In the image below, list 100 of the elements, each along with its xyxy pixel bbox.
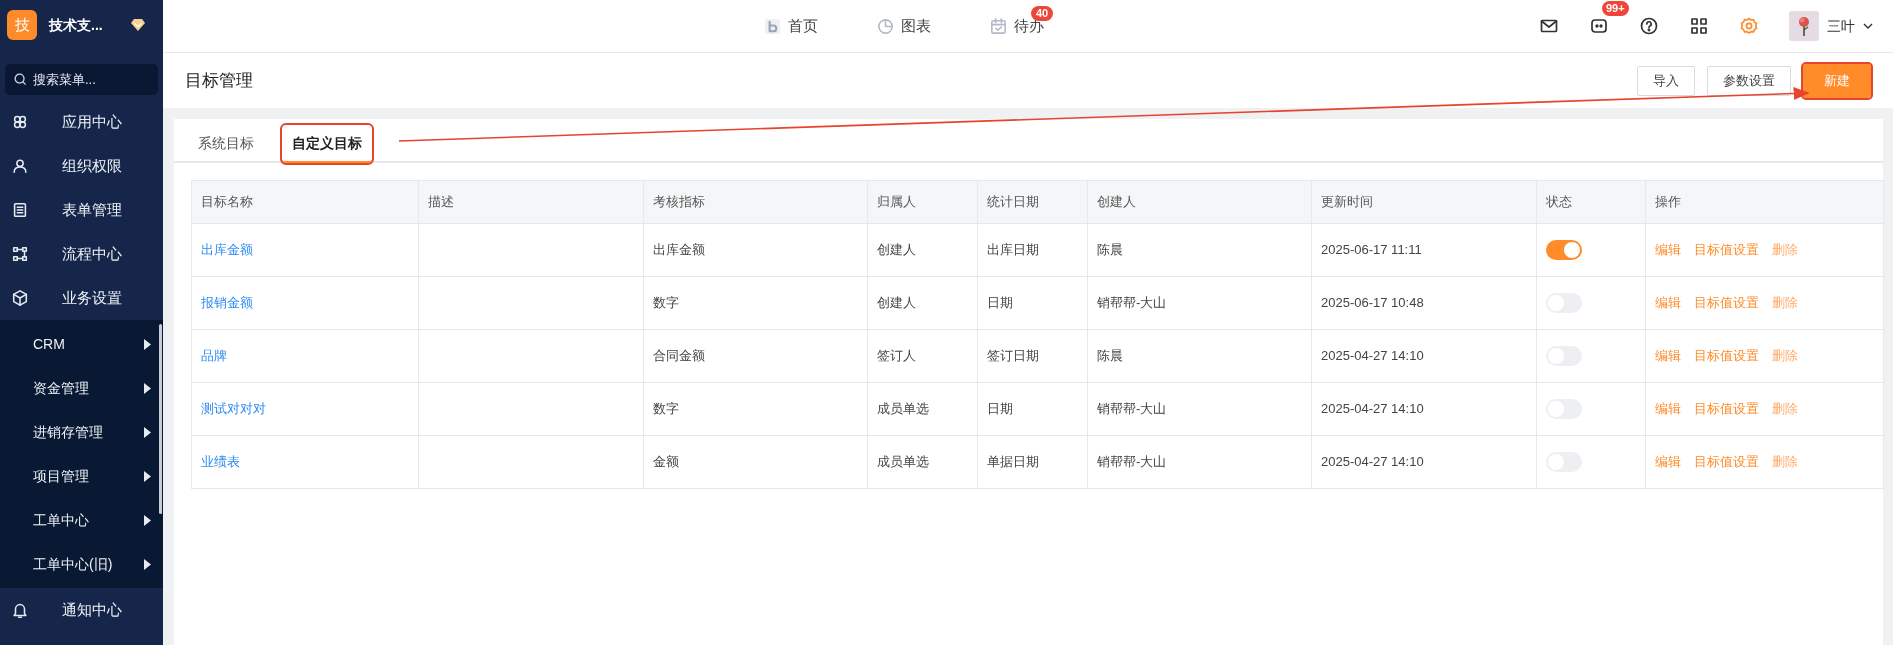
- logo-badge: 技: [7, 10, 37, 40]
- sidebar-item[interactable]: 应用中心: [0, 100, 163, 144]
- new-button[interactable]: 新建: [1803, 63, 1871, 98]
- submenu-item[interactable]: 进销存管理: [0, 410, 157, 454]
- table-cell: 合同金额: [643, 329, 868, 383]
- settings-icon: [1739, 16, 1759, 36]
- column-header: 状态: [1536, 180, 1646, 224]
- action-link[interactable]: 删除: [1772, 348, 1798, 364]
- table-cell: 2025-06-17 10:48: [1311, 276, 1537, 330]
- table-cell: 陈晨: [1087, 329, 1312, 383]
- caret-icon: [144, 338, 151, 350]
- menu-search-field[interactable]: 搜索菜单...: [5, 64, 158, 95]
- scrollbar-thumb[interactable]: [159, 324, 162, 514]
- submenu-item[interactable]: 工单中心: [0, 498, 157, 542]
- goal-link[interactable]: 报销金额: [201, 295, 253, 311]
- table-cell: 数字: [643, 276, 868, 330]
- cube-icon: [11, 289, 29, 307]
- brand-name: 技术支...: [49, 15, 103, 35]
- count-badge: 99+: [1602, 1, 1629, 16]
- table-cell: 出库日期: [977, 223, 1088, 277]
- bell-icon: [11, 601, 29, 619]
- table-cell: 日期: [977, 276, 1088, 330]
- table-cell: 陈晨: [1087, 223, 1312, 277]
- grid-icon: [1689, 16, 1709, 36]
- column-header: 考核指标: [643, 180, 868, 224]
- action-link[interactable]: 编辑: [1655, 401, 1681, 417]
- column-header: 更新时间: [1311, 180, 1537, 224]
- table-cell: 创建人: [867, 276, 978, 330]
- column-header: 目标名称: [191, 180, 419, 224]
- table-cell: 创建人: [867, 223, 978, 277]
- user-icon: [11, 157, 29, 175]
- nav-link[interactable]: 图表: [876, 14, 931, 38]
- toolbar-button[interactable]: [1589, 16, 1609, 36]
- submenu-item[interactable]: 资金管理: [0, 366, 157, 410]
- nav-link[interactable]: 首页: [763, 14, 818, 38]
- calendar-icon: [989, 16, 1008, 36]
- table-cell: 2025-04-27 14:10: [1311, 435, 1537, 489]
- tab[interactable]: 系统目标: [188, 125, 264, 163]
- toolbar-button[interactable]: 导入: [1637, 65, 1695, 96]
- flow-icon: [11, 245, 29, 263]
- count-badge: 40: [1031, 5, 1054, 21]
- action-link[interactable]: 编辑: [1655, 242, 1681, 258]
- action-link[interactable]: 目标值设置: [1694, 401, 1759, 417]
- goal-link[interactable]: 测试对对对: [201, 401, 266, 417]
- column-header: 操作: [1645, 180, 1884, 224]
- table-cell: 销帮帮-大山: [1087, 382, 1312, 436]
- action-link[interactable]: 编辑: [1655, 348, 1681, 364]
- action-link[interactable]: 删除: [1772, 242, 1798, 258]
- tab[interactable]: 自定义目标: [282, 125, 372, 163]
- submenu-item[interactable]: 项目管理: [0, 454, 157, 498]
- action-link[interactable]: 目标值设置: [1694, 295, 1759, 311]
- caret-icon: [144, 382, 151, 394]
- caret-icon: [144, 470, 151, 482]
- action-link[interactable]: 目标值设置: [1694, 242, 1759, 258]
- table-cell: 2025-04-27 14:10: [1311, 382, 1537, 436]
- table-cell: 成员单选: [867, 382, 978, 436]
- diamond-icon: [130, 18, 146, 32]
- sidebar-item[interactable]: 通知中心: [0, 588, 163, 632]
- submenu-item[interactable]: 工单中心(旧): [0, 542, 157, 586]
- table-cell: 签订日期: [977, 329, 1088, 383]
- table-cell: 销帮帮-大山: [1087, 276, 1312, 330]
- action-link[interactable]: 删除: [1772, 454, 1798, 470]
- action-link[interactable]: 编辑: [1655, 454, 1681, 470]
- action-link[interactable]: 目标值设置: [1694, 454, 1759, 470]
- sidebar-item[interactable]: 组织权限: [0, 144, 163, 188]
- apps-icon: [11, 113, 29, 131]
- page-title: 目标管理: [185, 69, 253, 92]
- search-icon: [14, 73, 27, 86]
- caret-icon: [144, 558, 151, 570]
- toolbar-button[interactable]: 参数设置: [1707, 65, 1791, 96]
- caret-icon: [144, 514, 151, 526]
- sidebar-item[interactable]: 表单管理: [0, 188, 163, 232]
- goal-link[interactable]: 品牌: [201, 348, 227, 364]
- action-link[interactable]: 删除: [1772, 401, 1798, 417]
- action-link[interactable]: 删除: [1772, 295, 1798, 311]
- table-cell: 出库金额: [643, 223, 868, 277]
- toolbar-button[interactable]: [1689, 16, 1709, 36]
- goal-link[interactable]: 出库金额: [201, 242, 253, 258]
- action-link[interactable]: 目标值设置: [1694, 348, 1759, 364]
- table-cell: 金额: [643, 435, 868, 489]
- user-menu[interactable]: 三叶: [1789, 11, 1873, 41]
- chat-icon: [1589, 16, 1609, 36]
- action-link[interactable]: 编辑: [1655, 295, 1681, 311]
- table-cell: 签订人: [867, 329, 978, 383]
- toolbar-button[interactable]: [1639, 16, 1659, 36]
- table-cell: 2025-04-27 14:10: [1311, 329, 1537, 383]
- submenu-item[interactable]: CRM: [0, 322, 157, 366]
- pie-chart-icon: [876, 16, 895, 36]
- column-header: 归属人: [867, 180, 978, 224]
- avatar-icon: [1789, 11, 1819, 41]
- sidebar-item[interactable]: 流程中心: [0, 232, 163, 276]
- column-header: 创建人: [1087, 180, 1312, 224]
- column-header: 描述: [418, 180, 644, 224]
- chevron-down-icon: [1863, 22, 1873, 30]
- table-cell: 成员单选: [867, 435, 978, 489]
- caret-icon: [144, 426, 151, 438]
- toggle-switch[interactable]: [1546, 240, 1582, 260]
- goal-link[interactable]: 业绩表: [201, 454, 240, 470]
- help-icon: [1639, 16, 1659, 36]
- sidebar-item[interactable]: 业务设置: [0, 276, 163, 320]
